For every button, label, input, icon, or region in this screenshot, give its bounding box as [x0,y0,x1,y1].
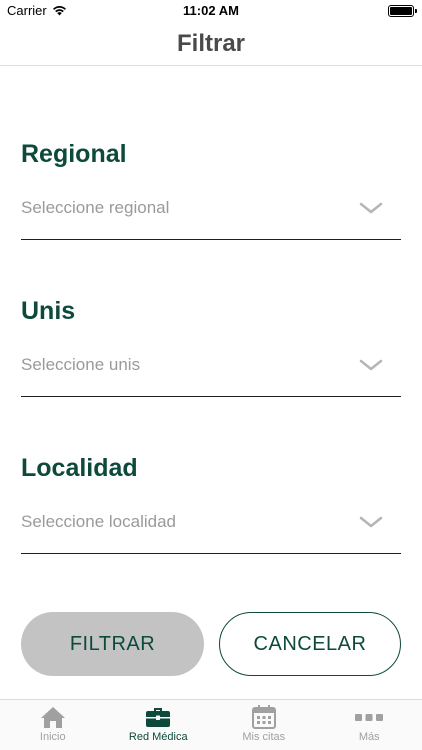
tab-mis-citas-label: Mis citas [242,731,286,743]
regional-select[interactable]: Seleccione regional [21,188,401,240]
localidad-field: Localidad Seleccione localidad [21,452,401,554]
page-title: Filtrar [176,30,245,57]
regional-label: Regional [21,140,127,168]
briefcase-icon [144,704,172,730]
tab-inicio[interactable]: Inicio [0,700,106,750]
tab-red-medica-label: Red Médica [128,731,188,743]
tab-inicio-label: Inicio [39,731,66,743]
chevron-down-icon [359,516,383,528]
tab-red-medica[interactable]: Red Médica [106,700,212,750]
calendar-icon [250,704,278,730]
chevron-down-icon [359,202,383,214]
status-time: 11:02 AM [183,3,239,18]
battery-icon [388,5,417,17]
unis-label: Unis [21,297,76,325]
localidad-select[interactable]: Seleccione localidad [21,502,401,554]
home-icon [39,704,67,730]
more-icon [355,704,384,730]
filter-button[interactable]: FILTRAR [21,612,204,676]
navigation-bar: Filtrar [0,22,422,66]
unis-select[interactable]: Seleccione unis [21,345,401,397]
localidad-placeholder: Seleccione localidad [21,512,176,531]
unis-field: Unis Seleccione unis [21,295,401,397]
chevron-down-icon [359,359,383,371]
regional-placeholder: Seleccione regional [21,198,170,217]
status-bar: Carrier 11:02 AM [0,0,422,22]
tab-mas-label: Más [358,731,380,743]
tab-bar: Inicio Red Médica Mis citas Más [0,699,422,750]
tab-mis-citas[interactable]: Mis citas [211,700,317,750]
regional-field: Regional Seleccione regional [21,138,401,240]
cancel-button[interactable]: CANCELAR [219,612,401,676]
tab-mas[interactable]: Más [317,700,422,750]
unis-placeholder: Seleccione unis [21,355,141,374]
localidad-label: Localidad [21,454,138,482]
